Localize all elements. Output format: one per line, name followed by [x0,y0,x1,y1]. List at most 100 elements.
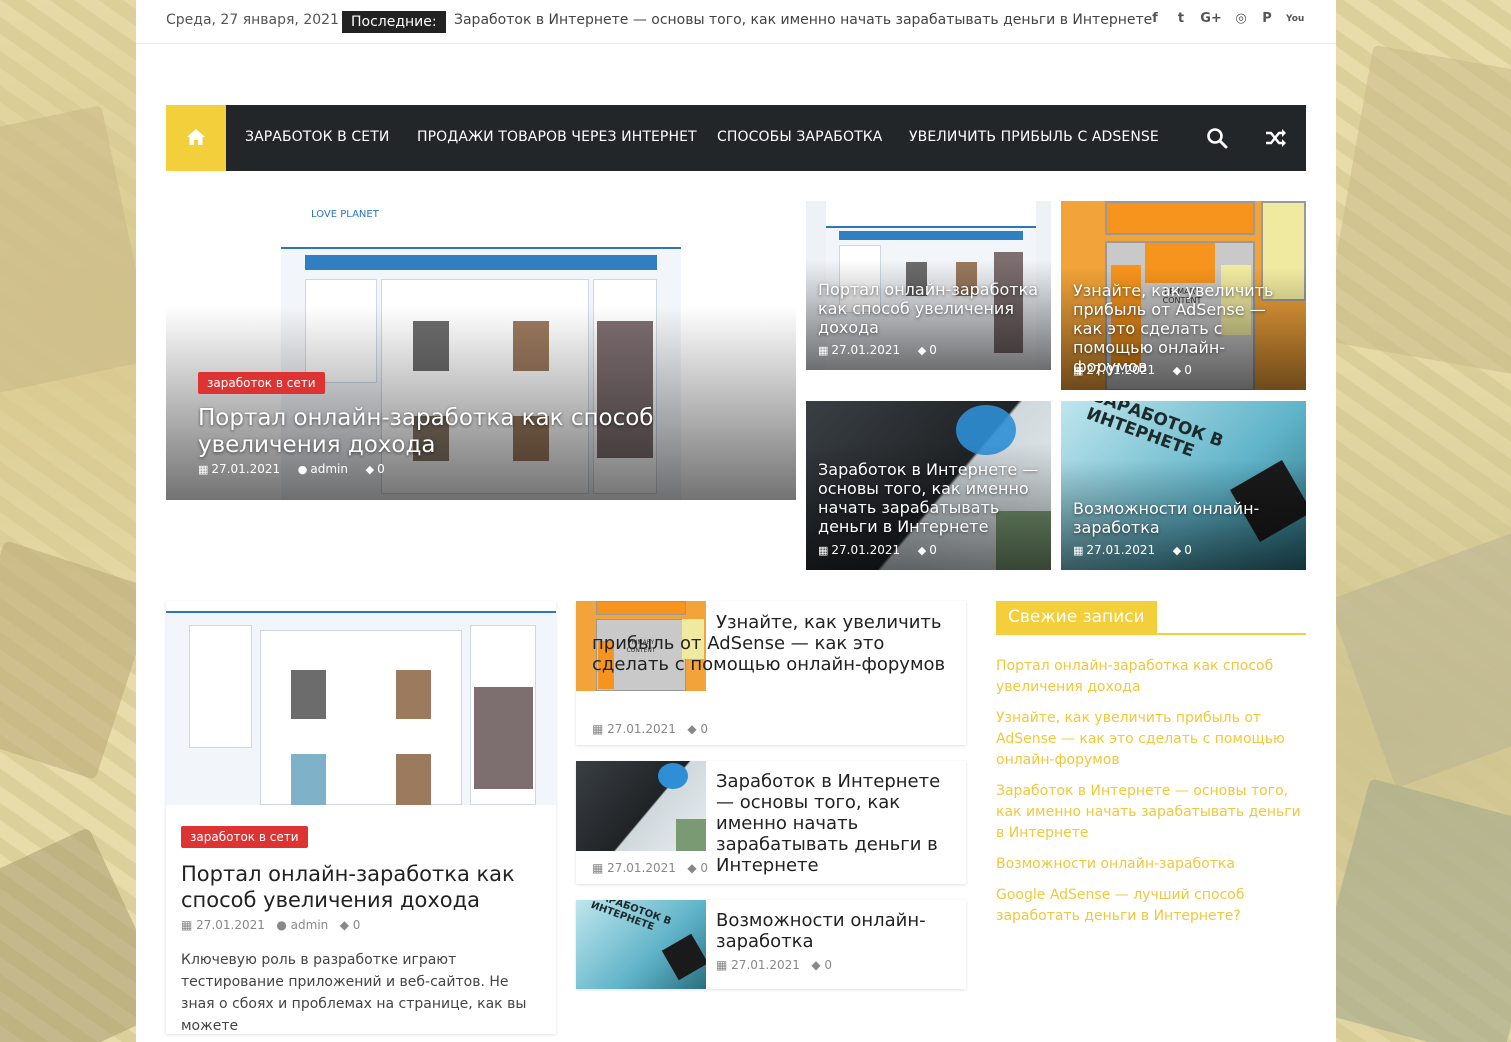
recent-post-link[interactable]: Портал онлайн-заработка как способ увели… [996,656,1306,698]
featured-main-title[interactable]: Портал онлайн-заработка как способ увели… [198,405,778,459]
nav-item-adsense[interactable]: УВЕЛИЧИТЬ ПРИБЫЛЬ С ADSENSE [909,129,1159,145]
list-post-thumbnail[interactable]: ЗАРАБОТОК В ИНТЕРНЕТЕ [576,900,706,989]
random-post-icon[interactable] [1265,127,1287,149]
loveplanet-logo-text: LOVE PLANET [311,209,379,220]
calendar-icon: ▦ [1073,364,1084,377]
list-post: ЗАРАБОТОК В ИНТЕРНЕТЕ Возможности онлайн… [576,900,966,989]
tile-meta: ▦ 27.01.2021 ◆ 0 [818,543,937,557]
calendar-icon: ▦ [1073,544,1084,557]
list-post: Заработок в Интернете — основы того, как… [576,761,966,884]
post-date[interactable]: 27.01.2021 [1086,543,1155,557]
facebook-icon[interactable]: f [1148,11,1162,27]
twitter-icon[interactable]: t [1174,11,1188,27]
latest-ticker-link[interactable]: Заработок в Интернете — основы того, как… [454,12,1152,28]
post-date[interactable]: 27.01.2021 [607,722,676,736]
comment-icon: ◆ [365,463,375,476]
post-comments[interactable]: 0 [929,343,937,357]
top-bar: Среда, 27 января, 2021 Последние: Зарабо… [136,0,1336,44]
featured-tile[interactable]: ЗАРАБОТОК В ИНТЕРНЕТЕ Возможности онлайн… [1061,401,1306,570]
list-post-meta: ▦ 27.01.2021 ◆ 0 [716,958,832,972]
recent-post-link[interactable]: Возможности онлайн-заработка [996,854,1306,875]
comment-icon: ◆ [339,918,349,932]
calendar-icon: ▦ [716,958,728,972]
post-comments[interactable]: 0 [824,958,832,972]
nav-item-sposoby[interactable]: СПОСОБЫ ЗАРАБОТКА [717,129,883,145]
comment-icon: ◆ [1172,364,1182,377]
post-date[interactable]: 27.01.2021 [196,918,265,932]
post-comments[interactable]: 0 [929,543,937,557]
tile-meta: ▦ 27.01.2021 ◆ 0 [1073,363,1192,377]
list-post-meta: ▦ 27.01.2021 ◆ 0 [592,722,708,736]
tile-title[interactable]: Заработок в Интернете — основы того, как… [818,460,1041,536]
main-navigation: ЗАРАБОТОК В СЕТИ ПРОДАЖИ ТОВАРОВ ЧЕРЕЗ И… [166,105,1306,171]
featured-tile[interactable]: Заработок в Интернете — основы того, как… [806,401,1051,570]
home-button[interactable] [166,105,226,171]
main-post-image[interactable] [166,601,556,805]
post-date[interactable]: 27.01.2021 [731,958,800,972]
nav-item-zarabotok[interactable]: ЗАРАБОТОК В СЕТИ [245,129,389,145]
main-post-title[interactable]: Портал онлайн-заработка как способ увели… [181,861,541,913]
sidebar-heading-label: Свежие записи [996,601,1157,633]
recent-post-link[interactable]: Узнайте, как увеличить прибыль от AdSens… [996,708,1306,771]
google-plus-icon[interactable]: G+ [1200,11,1222,27]
list-post-meta: ▦ 27.01.2021 ◆ 0 [592,861,708,875]
list-post-thumbnail[interactable] [576,761,706,851]
calendar-icon: ▦ [592,722,604,736]
post-date[interactable]: 27.01.2021 [211,462,280,476]
nav-item-prodazhi[interactable]: ПРОДАЖИ ТОВАРОВ ЧЕРЕЗ ИНТЕРНЕТ [417,129,697,145]
current-date: Среда, 27 января, 2021 [166,12,339,28]
latest-label: Последние: [342,11,446,33]
comment-icon: ◆ [687,722,697,736]
calendar-icon: ▦ [818,344,829,357]
background-decoration-right [1336,0,1511,1042]
post-comments[interactable]: 0 [377,462,385,476]
recent-post-link[interactable]: Google AdSense — лучший способ заработат… [996,885,1306,927]
pinterest-icon[interactable]: P [1260,11,1274,27]
instagram-icon[interactable]: ◎ [1234,11,1248,27]
tile-title[interactable]: Возможности онлайн-заработка [1073,499,1296,537]
main-post-card: заработок в сети Портал онлайн-заработка… [166,601,556,1034]
recent-posts-list: Портал онлайн-заработка как способ увели… [996,656,1306,937]
category-badge[interactable]: заработок в сети [181,826,308,848]
post-author[interactable]: admin [310,462,348,476]
tile-title[interactable]: Узнайте, как увеличить прибыль от AdSens… [1073,281,1296,376]
calendar-icon: ▦ [181,918,193,932]
comment-icon: ◆ [917,344,927,357]
post-comments[interactable]: 0 [700,722,708,736]
post-date[interactable]: 27.01.2021 [831,543,900,557]
recent-post-link[interactable]: Заработок в Интернете — основы того, как… [996,781,1306,844]
category-badge[interactable]: заработок в сети [198,372,325,394]
user-icon: ● [297,463,308,476]
post-date[interactable]: 27.01.2021 [1086,363,1155,377]
list-post-title[interactable]: Заработок в Интернете — основы того, как… [716,771,956,876]
post-comments[interactable]: 0 [1184,363,1192,377]
main-post-meta: ▦ 27.01.2021 ● admin ◆ 0 [181,918,360,932]
post-date[interactable]: 27.01.2021 [607,861,676,875]
post-date[interactable]: 27.01.2021 [831,343,900,357]
calendar-icon: ▦ [198,463,209,476]
sidebar-widget-heading: Свежие записи [996,601,1306,635]
list-post-title[interactable]: Возможности онлайн-заработка [716,910,956,952]
home-icon [187,129,205,145]
post-comments[interactable]: 0 [353,918,361,932]
user-icon: ● [276,918,287,932]
tile-meta: ▦ 27.01.2021 ◆ 0 [1073,543,1192,557]
comment-icon: ◆ [1172,544,1182,557]
post-author[interactable]: admin [291,918,329,932]
tile-title[interactable]: Портал онлайн-заработка как способ увели… [818,280,1041,337]
tile-meta: ▦ 27.01.2021 ◆ 0 [818,343,937,357]
youtube-icon[interactable]: You [1286,11,1304,27]
page-container: Среда, 27 января, 2021 Последние: Зарабо… [136,0,1336,1042]
search-icon[interactable] [1206,127,1228,149]
featured-tile[interactable]: PRIMARY CONTENT Узнайте, как увеличить п… [1061,201,1306,390]
post-comments[interactable]: 0 [700,861,708,875]
list-post-title[interactable]: Узнайте, как увеличить прибыль от AdSens… [592,612,952,675]
background-decoration-left [0,0,136,1042]
post-comments[interactable]: 0 [1184,543,1192,557]
featured-main-post[interactable]: LOVE PLANET заработок в сети Портал онла… [166,201,796,500]
featured-tile[interactable]: Портал онлайн-заработка как способ увели… [806,201,1051,370]
comment-icon: ◆ [687,861,697,875]
main-post-excerpt: Ключевую роль в разработке играют тестир… [181,952,527,1034]
comment-icon: ◆ [917,544,927,557]
featured-main-meta: ▦ 27.01.2021 ● admin ◆ 0 [198,462,385,476]
